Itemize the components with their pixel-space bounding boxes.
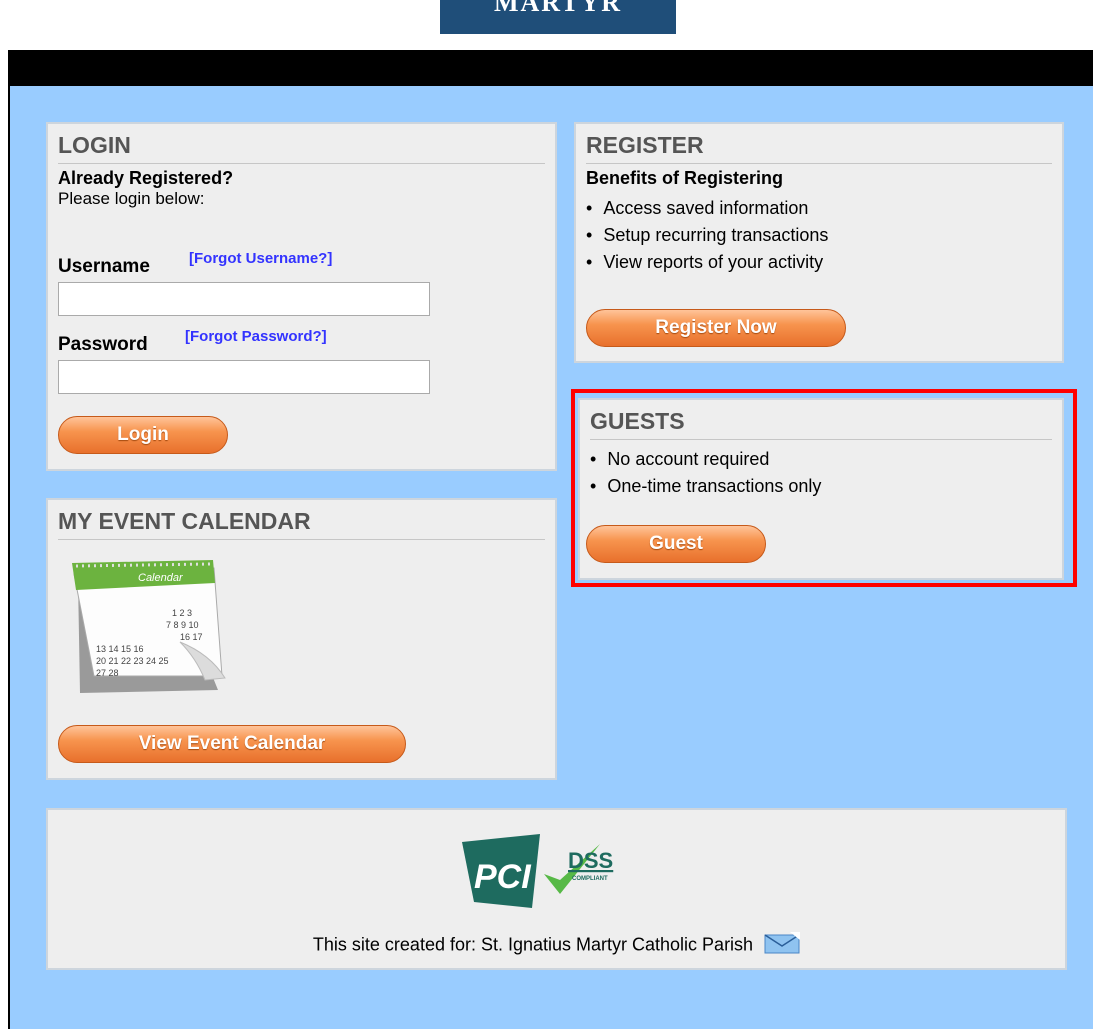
pci-dss-logo: PCI DSS COMPLIANT [460,832,650,912]
dss-text: DSS [568,848,613,873]
username-input[interactable] [58,282,430,316]
login-instruction: Please login below: [58,189,205,208]
view-event-calendar-button[interactable]: View Event Calendar [58,725,406,763]
calendar-image: Calendar 1 2 3 7 8 9 10 16 17 13 14 15 1… [60,558,230,698]
svg-text:13 14 15 16: 13 14 15 16 [96,644,144,654]
forgot-password-link[interactable]: [Forgot Password?] [185,328,327,345]
main-content: LOGIN Already Registered? Please login b… [8,86,1093,1029]
svg-text:27 28: 27 28 [96,668,119,678]
list-item: View reports of your activity [586,249,1062,276]
register-now-button[interactable]: Register Now [586,309,846,347]
pci-text: PCI [474,858,532,896]
username-label: Username [58,256,150,277]
site-created-for-text: This site created for: St. Ignatius Mart… [312,934,754,955]
svg-text:7 8 9 10: 7 8 9 10 [166,620,199,630]
envelope-icon[interactable] [764,932,801,959]
event-calendar-title: MY EVENT CALENDAR [58,500,545,540]
compliant-text: COMPLIANT [572,876,608,882]
register-title: REGISTER [586,124,1052,164]
list-item: Setup recurring transactions [586,222,1062,249]
logo-text: MARTYR [493,0,623,17]
event-calendar-panel: MY EVENT CALENDAR Calendar 1 2 3 7 8 9 1… [46,498,557,780]
guests-highlight-box [571,389,1077,587]
list-item: Access saved information [586,195,1062,222]
footer-panel: PCI DSS COMPLIANT This site created for:… [46,808,1067,970]
svg-text:1 2 3: 1 2 3 [172,608,192,618]
login-button[interactable]: Login [58,416,228,454]
svg-text:16 17: 16 17 [180,632,203,642]
register-panel: REGISTER Benefits of Registering Access … [574,122,1064,363]
site-logo: MARTYR [440,0,676,34]
register-benefits-list: Access saved information Setup recurring… [586,195,1062,276]
password-input[interactable] [58,360,430,394]
top-nav-bar [8,50,1093,86]
login-panel: LOGIN Already Registered? Please login b… [46,122,557,471]
login-title: LOGIN [58,124,545,164]
password-label: Password [58,334,148,355]
svg-text:20 21 22 23 24 25: 20 21 22 23 24 25 [96,656,169,666]
calendar-image-label: Calendar [138,572,184,584]
forgot-username-link[interactable]: [Forgot Username?] [189,250,332,267]
already-registered-label: Already Registered? [58,168,234,188]
register-subtitle: Benefits of Registering [586,168,784,188]
